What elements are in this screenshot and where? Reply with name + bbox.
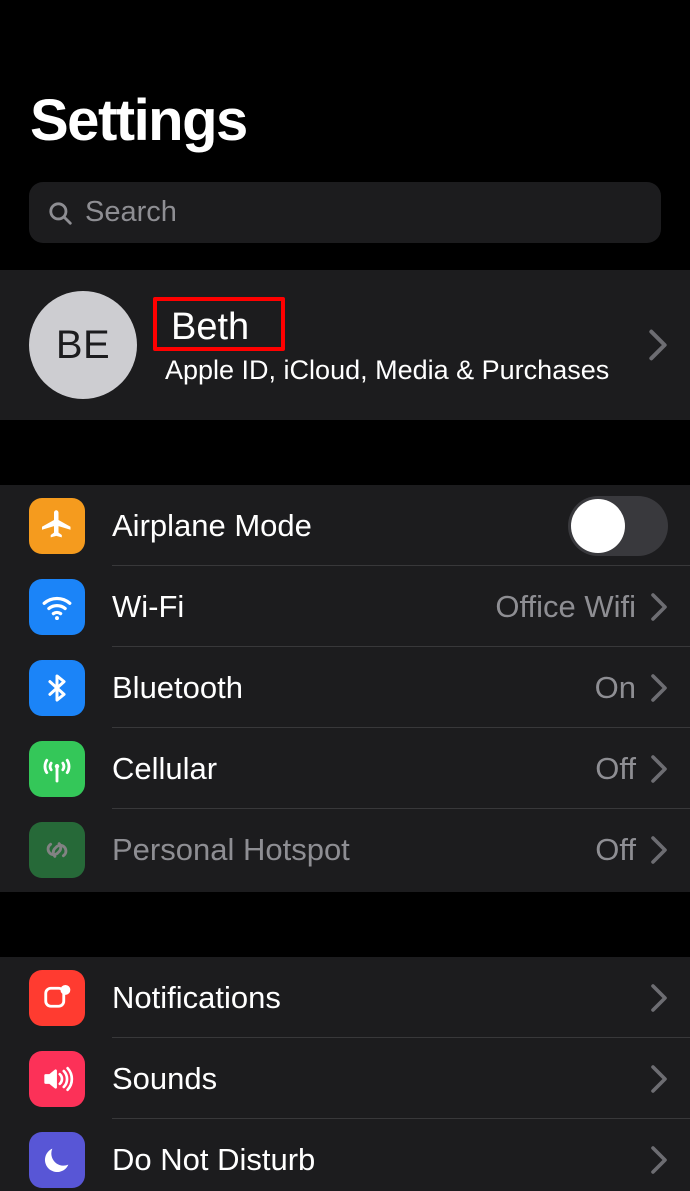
row-label: Bluetooth: [112, 669, 243, 705]
settings-group-connectivity: Airplane Mode Wi-Fi Office Wifi Bluetoot…: [0, 485, 690, 892]
row-airplane-mode[interactable]: Airplane Mode: [0, 485, 690, 566]
chevron-right-icon: [650, 835, 668, 865]
moon-icon: [29, 1131, 85, 1188]
profile-subtitle: Apple ID, iCloud, Media & Purchases: [165, 355, 610, 386]
cellular-icon: [29, 740, 85, 797]
row-notifications[interactable]: Notifications: [0, 957, 690, 1038]
row-personal-hotspot[interactable]: Personal Hotspot Off: [0, 809, 690, 890]
row-cellular[interactable]: Cellular Off: [0, 728, 690, 809]
search-input[interactable]: Search: [29, 182, 661, 243]
wifi-icon: [29, 578, 85, 635]
search-icon: [47, 200, 73, 226]
chevron-right-icon: [650, 1064, 668, 1094]
row-label: Airplane Mode: [112, 507, 312, 543]
row-wifi[interactable]: Wi-Fi Office Wifi: [0, 566, 690, 647]
avatar: BE: [29, 291, 137, 399]
row-label: Wi-Fi: [112, 588, 185, 624]
row-label: Cellular: [112, 750, 218, 786]
settings-screen: Settings Search BE Beth Apple ID, iCloud…: [0, 0, 690, 1191]
chevron-right-icon: [650, 983, 668, 1013]
toggle-knob: [571, 498, 625, 553]
row-value: On: [594, 669, 636, 705]
chevron-right-icon: [650, 1145, 668, 1175]
chevron-right-icon: [650, 592, 668, 622]
row-bluetooth[interactable]: Bluetooth On: [0, 647, 690, 728]
row-label: Sounds: [112, 1060, 218, 1096]
profile-card: BE Beth Apple ID, iCloud, Media & Purcha…: [0, 270, 690, 420]
search-placeholder: Search: [85, 196, 177, 228]
row-value: Off: [595, 831, 636, 867]
row-label: Personal Hotspot: [112, 831, 350, 867]
row-sounds[interactable]: Sounds: [0, 1038, 690, 1119]
row-value: Office Wifi: [495, 588, 636, 624]
bluetooth-icon: [29, 659, 85, 716]
page-title: Settings: [30, 88, 248, 153]
airplane-icon: [29, 497, 85, 554]
airplane-mode-toggle[interactable]: [568, 495, 668, 556]
row-do-not-disturb[interactable]: Do Not Disturb: [0, 1119, 690, 1191]
row-label: Notifications: [112, 979, 281, 1015]
sounds-icon: [29, 1050, 85, 1107]
apple-id-row[interactable]: BE Beth Apple ID, iCloud, Media & Purcha…: [0, 270, 690, 420]
chevron-right-icon: [650, 673, 668, 703]
settings-group-alerts: Notifications Sounds Do Not Disturb: [0, 957, 690, 1191]
profile-text: Beth Apple ID, iCloud, Media & Purchases: [165, 304, 648, 387]
profile-name: Beth: [171, 305, 250, 348]
row-label: Do Not Disturb: [112, 1141, 316, 1177]
row-value: Off: [595, 750, 636, 786]
notifications-icon: [29, 969, 85, 1026]
chevron-right-icon: [650, 754, 668, 784]
chevron-right-icon: [648, 328, 668, 362]
hotspot-icon: [29, 821, 85, 878]
